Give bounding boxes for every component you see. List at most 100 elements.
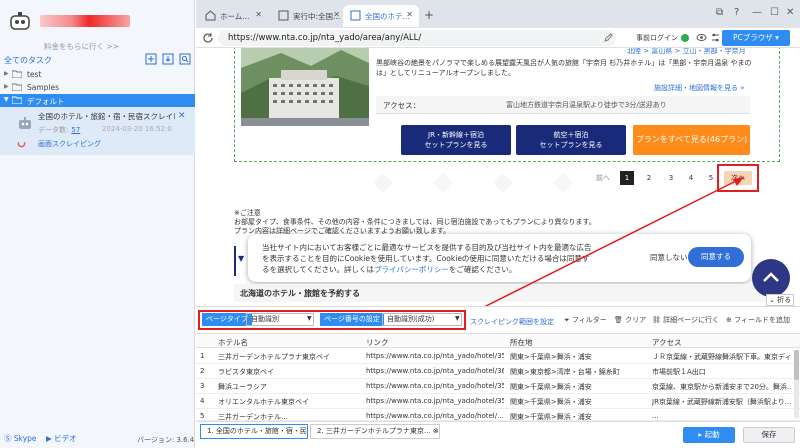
tab-running[interactable]: 実行中:全国... ✕ xyxy=(271,5,346,27)
folder-icon xyxy=(12,96,22,104)
scrape-range-link[interactable]: スクレイピング範囲を設定 xyxy=(470,317,554,327)
page-type-label: ページタイプ xyxy=(202,313,252,326)
bg-decoration xyxy=(553,173,573,193)
home-icon xyxy=(205,10,216,21)
add-field-button[interactable]: ⊕ フィールドを追加 xyxy=(726,315,790,325)
page-num-label: ページ番号の設定 xyxy=(320,313,384,326)
hokkaido-section-title[interactable]: 北海道のホテル・旅館を予約する xyxy=(234,284,780,302)
table-row[interactable]: 5 三井ガーデンホテル... https://www.nta.co.jp/nta… xyxy=(196,409,800,421)
close-tab-icon[interactable]: ✕ xyxy=(406,10,413,19)
import-icon[interactable] xyxy=(162,53,174,65)
minimize-icon[interactable]: — xyxy=(752,7,762,18)
tree-item-samples[interactable]: ▶ Samples xyxy=(0,81,195,94)
app-name-redacted xyxy=(40,15,130,27)
pager-page-4[interactable]: 4 xyxy=(684,171,698,185)
fold-button[interactable]: ⌄ 折る xyxy=(766,294,795,306)
table-row[interactable]: 2 ラビスタ東京ベイ https://www.nta.co.jp/nta_yad… xyxy=(196,364,800,379)
access-row: アクセス： 富山地方鉄道宇奈月温泉駅より徒歩で3分/送迎あり xyxy=(376,96,750,114)
pager-next-button[interactable]: 次へ xyxy=(724,171,752,185)
data-tab-2[interactable]: 2. 三井ガーデンホテルプラナ東京... ⊗ xyxy=(310,424,440,439)
table-row[interactable]: 1 三井ガーデンホテルプラナ東京ベイ https://www.nta.co.jp… xyxy=(196,349,800,364)
data-tab-1[interactable]: 1. 全国のホテル・旅館・宿・民宿 xyxy=(200,424,308,439)
column-header[interactable]: 所在地 xyxy=(510,337,533,348)
all-tasks-title: 全てのタスク xyxy=(4,56,52,65)
privacy-policy-link[interactable]: プライバシーポリシー xyxy=(374,265,449,274)
search-task-icon[interactable] xyxy=(179,53,191,65)
hotel-detail-link[interactable]: 施設詳細・地図情報を見る » xyxy=(654,83,745,93)
close-tab-icon[interactable]: ⊗ xyxy=(433,427,439,435)
pager-page-5[interactable]: 5 xyxy=(704,171,718,185)
hotel-description: 黒部峡谷の絶景をパノラマで楽しめる展望露天風呂が人気の旅館「宇奈月 杉乃井ホテル… xyxy=(376,59,752,77)
upgrade-link[interactable]: 料金をもらに行く >> xyxy=(44,41,119,52)
bg-decoration xyxy=(493,173,513,193)
pager-page-3[interactable]: 3 xyxy=(664,171,678,185)
plus-circle-icon: ⊕ xyxy=(726,316,732,324)
table-row[interactable]: 3 舞浜ユーラシア https://www.nta.co.jp/nta_yado… xyxy=(196,379,800,394)
tree-item-default[interactable]: ▼ デフォルト xyxy=(0,94,195,107)
cookie-agree-button[interactable]: 同意する xyxy=(688,247,744,267)
refresh-icon[interactable] xyxy=(202,32,214,44)
prelogin-button[interactable]: 事前ログイン xyxy=(636,33,678,43)
link-icon: ⛓ xyxy=(652,316,661,324)
new-task-icon[interactable] xyxy=(145,53,157,65)
vertical-scrollbar[interactable] xyxy=(794,350,799,418)
table-header: ホテル名 リンク 所在地 アクセス xyxy=(196,333,800,348)
video-link[interactable]: ▶ ビデオ xyxy=(46,433,77,444)
close-tab-icon[interactable]: ✕ xyxy=(333,10,340,19)
start-button[interactable]: ▸ 起動 xyxy=(683,427,735,443)
next-highlight-box: 次へ xyxy=(717,164,759,192)
tree-item-test[interactable]: ▶ test xyxy=(0,68,195,81)
web-page: 北陸 > 富山県 > 立山・黒部・宇奈月 黒部峡谷の絶景をパノラマで楽しめる展望… xyxy=(196,48,800,306)
all-plans-button[interactable]: プランをすべて見る(46プラン) xyxy=(633,125,750,155)
cookie-deny-button[interactable]: 同意しない xyxy=(650,252,688,263)
task-date: 2024-03-20 16:52:0 xyxy=(102,125,172,133)
adjust-icon[interactable] xyxy=(710,32,721,43)
jr-plan-button[interactable]: JR・新幹線＋宿泊 セットプランを見る xyxy=(401,125,511,155)
tree-item-label: test xyxy=(27,70,42,79)
skype-link[interactable]: Ⓢ Skype xyxy=(4,433,37,444)
page-num-select[interactable]: 自動識別(成功) xyxy=(382,313,462,326)
edit-icon[interactable] xyxy=(604,33,613,42)
tab-home[interactable]: ホーム... ✕ xyxy=(198,5,268,27)
pager-page-1[interactable]: 1 xyxy=(620,171,634,185)
pager-page-2[interactable]: 2 xyxy=(642,171,656,185)
column-header[interactable]: ホテル名 xyxy=(218,337,248,348)
breadcrumb[interactable]: 北陸 > 富山県 > 立山・黒部・宇奈月 xyxy=(627,48,746,56)
column-header[interactable]: アクセス xyxy=(652,337,682,348)
eye-icon[interactable] xyxy=(696,32,707,43)
air-plan-button[interactable]: 航空＋宿泊 セットプランを見る xyxy=(516,125,626,155)
pin-icon[interactable]: ⧉ xyxy=(716,7,723,18)
scrollbar-thumb[interactable] xyxy=(794,350,799,380)
tree-item-label: デフォルト xyxy=(27,97,65,106)
column-header[interactable]: リンク xyxy=(366,337,389,348)
chevron-up-icon xyxy=(763,272,779,282)
pc-browser-dropdown[interactable]: PCブラウザ ▾ xyxy=(722,30,790,46)
access-value: 富山地方鉄道宇奈月温泉駅より徒歩で3分/送迎あり xyxy=(506,101,667,109)
maximize-icon[interactable]: ☐ xyxy=(770,7,779,18)
close-tab-icon[interactable]: ✕ xyxy=(255,10,262,19)
clear-button[interactable]: 🗑 クリア xyxy=(614,315,646,325)
close-icon[interactable]: ✕ xyxy=(178,111,186,121)
close-window-icon[interactable]: ✕ xyxy=(786,7,794,18)
data-toolbar: ページタイプ 自動識別 ▼ ページ番号の設定 自動識別(成功) ▼ スクレイピン… xyxy=(196,310,800,330)
bg-decoration xyxy=(373,173,393,193)
robot-logo-icon xyxy=(10,12,30,30)
page-type-select[interactable]: 自動識別 xyxy=(246,313,314,326)
detail-page-button[interactable]: ⛓ 詳細ページに行く xyxy=(652,315,719,325)
data-count-link[interactable]: 57 xyxy=(71,126,80,134)
tab-current[interactable]: 全国のホテ... ✕ xyxy=(343,5,419,27)
new-tab-icon[interactable]: + xyxy=(424,8,434,22)
table-row[interactable]: 4 オリエンタルホテル東京ベイ https://www.nta.co.jp/nt… xyxy=(196,394,800,409)
version-label: バージョン: 3.6.4 xyxy=(137,436,195,444)
cookie-text: 当社サイト内においてお客様ごとに最適なサービスを提供する目的及び当社サイト内を最… xyxy=(262,243,592,274)
scroll-top-button[interactable] xyxy=(752,259,790,297)
pager-prev[interactable]: 前へ xyxy=(594,171,612,185)
cookie-banner: 当社サイト内においてお客様ごとに最適なサービスを提供する目的及び当社サイト内を最… xyxy=(248,234,751,282)
app-logo-row xyxy=(8,6,188,46)
loading-icon xyxy=(17,139,26,148)
url-input[interactable]: https://www.nta.co.jp/nta_yado/area/any/… xyxy=(218,30,616,46)
task-card[interactable]: 全国のホテル・旅館・宿・民宿スクレイピング ✕ データ数:57 2024-03-… xyxy=(0,107,195,155)
save-button[interactable]: 保存 xyxy=(743,427,795,443)
help-icon[interactable]: ? xyxy=(734,7,739,18)
filter-button[interactable]: ⏷ フィルター xyxy=(564,315,607,325)
